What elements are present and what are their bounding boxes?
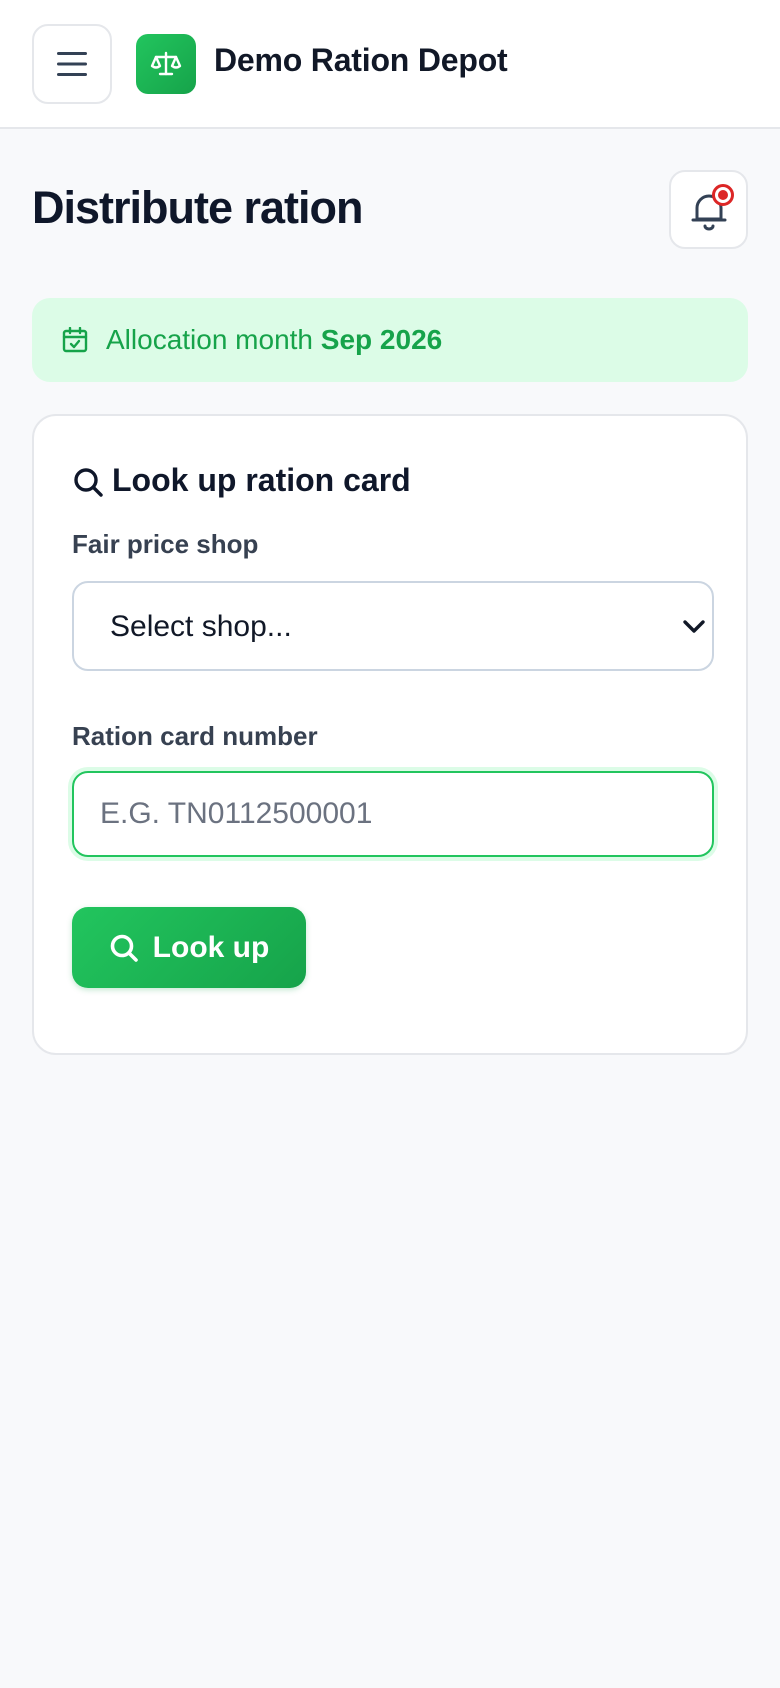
look-up-button-label: Look up [152,930,270,964]
app-header: Demo Ration Depot [0,0,780,129]
app-logo [136,34,196,94]
chevron-down-icon [683,620,705,633]
page-title: Distribute ration [32,182,364,233]
hamburger-menu-icon [57,52,87,76]
allocation-month: Sep 2026 [320,324,443,355]
shop-label: Fair price shop [72,529,259,559]
app-title: Demo Ration Depot [214,42,508,78]
allocation-label: Allocation month [106,324,314,355]
search-icon [74,467,103,497]
notifications-button[interactable] [669,170,748,249]
notification-dot [712,184,734,206]
search-icon [110,934,138,962]
shop-select[interactable]: Select shop... [72,581,714,671]
look-up-button[interactable]: Look up [72,907,306,988]
allocation-banner: Allocation month Sep 2026 [32,298,748,382]
calendar-check-icon [62,327,88,353]
allocation-text: Allocation month Sep 2026 [106,324,442,356]
lookup-card-header: Look up ration card [72,462,411,499]
shop-select-value: Select shop... [110,610,292,643]
menu-button[interactable] [32,24,112,104]
card-number-input[interactable] [72,771,714,857]
lookup-card: Look up ration card Fair price shop Sele… [32,414,748,1055]
lookup-card-title: Look up ration card [112,462,411,498]
scales-icon [150,51,182,76]
card-number-label: Ration card number [72,721,318,751]
